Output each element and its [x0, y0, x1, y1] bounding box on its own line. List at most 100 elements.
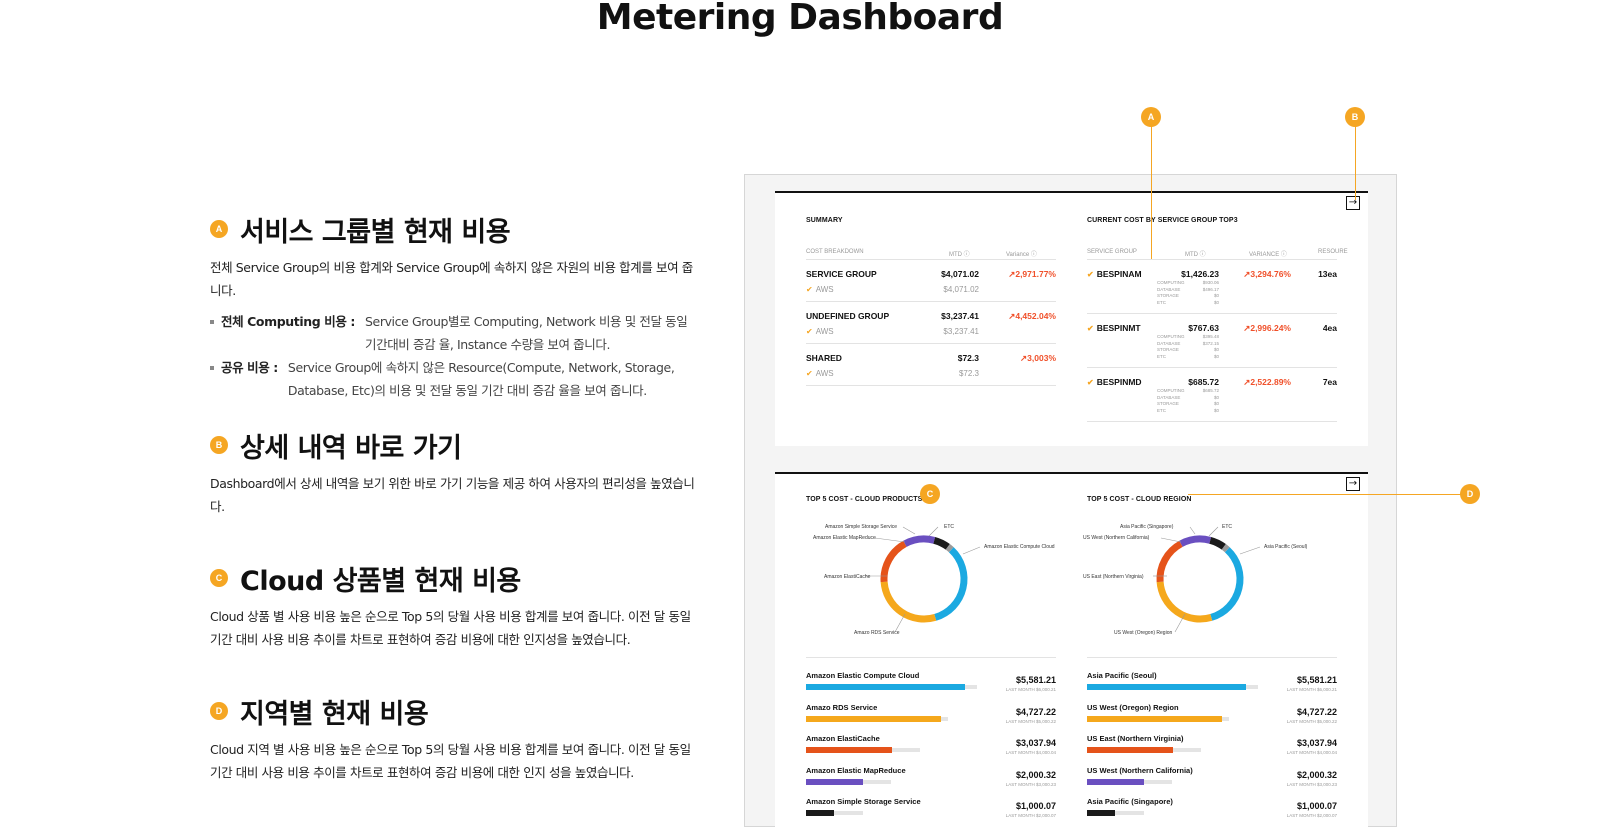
marker-a-line [1151, 126, 1152, 259]
bar-fill [806, 747, 893, 753]
divider [806, 259, 1056, 260]
aws-icon: ✔ [806, 369, 813, 378]
bar-name: Amazon Simple Storage Service [806, 797, 921, 806]
divider [806, 385, 1056, 386]
top3-title: CURRENT COST BY SERVICE GROUP TOP3 [1087, 217, 1238, 224]
group-variance: ↗2,996.24% [1243, 323, 1291, 333]
group-variance: ↗3,294.76% [1243, 269, 1291, 279]
section-d: D 지역별 현재 비용 Cloud 지역 별 사용 비용 높은 순으로 Top … [210, 696, 700, 784]
bar-last-month: LAST MONTH $4,000.04 [1286, 750, 1337, 755]
row-mtd: $72.3 [957, 353, 979, 363]
donut-slice-products-3[interactable] [903, 535, 936, 547]
breakdown-value: $0 [1213, 407, 1219, 413]
leader-line [1208, 526, 1219, 537]
aws-icon: ✔ [806, 285, 813, 294]
marker-d: D [1460, 484, 1480, 504]
badge-b: B [210, 436, 228, 454]
sub-label: AWS [815, 285, 834, 294]
donut-slice-products-4[interactable] [933, 536, 950, 550]
donut-label: US West (Oregon) Region [1114, 630, 1173, 636]
bar-amount: $5,581.21 [1296, 675, 1337, 685]
bullet-label: 전체 Computing 비용 : [221, 314, 355, 329]
bar-last-month: LAST MONTH $5,000.22 [1005, 718, 1056, 724]
donut-label: Amazon Simple Storage Service [825, 524, 897, 530]
badge-c: C [210, 569, 228, 587]
bar-amount: $1,000.07 [1015, 801, 1056, 811]
group-mtd: $685.72 [1188, 377, 1219, 387]
section-title: Cloud 상품별 현재 비용 [240, 565, 521, 597]
section-desc: 전체 Service Group의 비용 합계와 Service Group에 … [210, 260, 693, 298]
leader-line [928, 526, 939, 537]
divider [1087, 313, 1337, 314]
divider [806, 301, 1056, 302]
donut-label: Amazon ElastiCache [824, 574, 871, 580]
bar-track-last-month [806, 684, 977, 690]
row-mtd: $4,071.02 [941, 269, 979, 279]
donut-slice-products-2[interactable] [880, 540, 907, 583]
col-header: COST BREAKDOWN [806, 249, 864, 255]
donut-slice-regions-1[interactable] [1156, 581, 1213, 623]
sub-label: AWS [815, 369, 834, 378]
donut-label: US West (Northern California) [1083, 535, 1150, 541]
section-a: A 서비스 그룹별 현재 비용 전체 Service Group의 비용 합계와… [210, 214, 700, 402]
bar-amount: $1,000.07 [1296, 801, 1337, 811]
bar-fill [1087, 684, 1246, 690]
badge-a: A [210, 220, 228, 238]
sub-mtd: $3,237.41 [943, 327, 979, 336]
col-header: MTD ⓘ [1185, 252, 1206, 258]
sub-mtd: $72.3 [958, 369, 979, 378]
col-header: RESOURE [1318, 249, 1348, 255]
leader-line [902, 526, 916, 535]
bar-fill [1087, 747, 1174, 753]
leader-line [962, 546, 981, 555]
group-mtd: $767.63 [1188, 323, 1219, 333]
bar-fill [806, 715, 941, 722]
bar-name: US West (Northern California) [1087, 765, 1193, 775]
col-header: SERVICE GROUP [1087, 249, 1137, 255]
donut-slice-regions-3[interactable] [1179, 535, 1212, 547]
bar-name: US West (Oregon) Region [1087, 702, 1179, 712]
bar-amount: $4,727.22 [1015, 706, 1056, 717]
donut-slice-products-5[interactable] [945, 544, 954, 553]
col-header: MTD ⓘ [949, 252, 970, 258]
bullet-item: 전체 Computing 비용 : Service Group별로 Comput… [210, 310, 700, 356]
donut-label: US East (Northern Virginia) [1083, 574, 1144, 580]
section-desc: Dashboard에서 상세 내역을 보기 위한 바로 가기 기능을 제공 하여… [210, 476, 695, 514]
row-mtd: $3,237.41 [941, 311, 979, 321]
section-desc: Cloud 지역 별 사용 비용 높은 순으로 Top 5의 당월 사용 비용 … [210, 742, 691, 780]
sub-mtd: $4,071.02 [943, 285, 979, 294]
leader-line [1160, 537, 1182, 543]
bar-track-last-month [1087, 747, 1201, 753]
bar-last-month: LAST MONTH $4,000.04 [1005, 750, 1056, 755]
aws-icon: ✔ [806, 327, 813, 336]
group-icon: ✔ [1087, 270, 1094, 279]
group-mtd: $1,426.23 [1181, 269, 1219, 279]
row-variance: ↗3,003% [1020, 353, 1056, 363]
donut-label: Asia Pacific (Singapore) [1120, 524, 1174, 530]
summary-title: SUMMARY [806, 217, 843, 224]
donut-slice-products-0[interactable] [934, 547, 968, 621]
marker-b: B [1345, 107, 1365, 127]
bar-last-month: LAST MONTH $5,000.22 [1286, 718, 1337, 724]
row-variance: ↗2,971.77% [1008, 269, 1056, 279]
donut-slice-regions-5[interactable] [1221, 544, 1230, 553]
bullet-dot [210, 366, 214, 370]
breakdown-label: ETC [1157, 299, 1166, 305]
bar-track-last-month [1087, 715, 1230, 722]
section-title: 서비스 그룹별 현재 비용 [240, 216, 511, 248]
divider [806, 657, 1056, 658]
section-c: C Cloud 상품별 현재 비용 Cloud 상품 별 사용 비용 높은 순으… [210, 563, 700, 651]
bar-track-last-month [806, 715, 949, 722]
bar-fill [806, 684, 965, 690]
donut-slice-regions-0[interactable] [1210, 547, 1244, 621]
bar-amount: $5,581.21 [1015, 675, 1056, 685]
bar-name: US East (Northern Virginia) [1087, 734, 1184, 743]
donut-slice-regions-4[interactable] [1209, 536, 1226, 550]
goto-detail-button[interactable]: → [1346, 196, 1360, 210]
group-variance: ↗2,522.89% [1243, 377, 1291, 387]
donut-slice-products-1[interactable] [880, 581, 937, 623]
bar-last-month: LAST MONTH $6,000.21 [1286, 687, 1337, 692]
group-resource: 4ea [1322, 323, 1337, 333]
group-name: ✔ BESPINAM [1087, 269, 1142, 279]
breakdown-label: ETC [1157, 407, 1166, 413]
